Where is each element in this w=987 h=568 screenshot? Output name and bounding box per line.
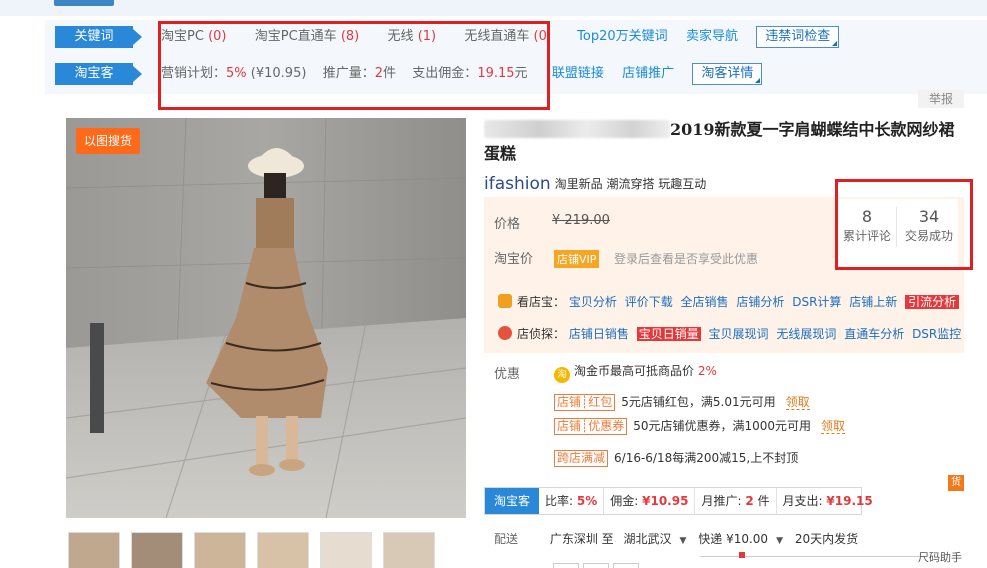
tool-link[interactable]: 店铺分析 — [736, 295, 784, 309]
option-box[interactable] — [583, 563, 609, 568]
image-search-button[interactable]: 以图搜货 — [76, 128, 140, 154]
promotions-panel: 优惠 淘淘金币最高可抵商品价 2% 店铺┊红包 5元店铺红包，满5.01元可用 领取… — [484, 358, 964, 478]
traffic-analysis-link[interactable]: 引流分析 — [905, 295, 960, 309]
coupon-row: 店铺┊优惠券 50元店铺优惠券，满1000元可用 领取 — [554, 417, 846, 435]
alliance-link[interactable]: 联盟链接 — [552, 66, 604, 81]
size-helper-link[interactable]: 尺码助手 — [918, 549, 962, 565]
coin-text: 淘金币最高可抵商品价 — [574, 364, 695, 378]
shipping-row: 配送 广东深圳 至 湖北武汉 ▼ 快递 ¥10.00 ▼ 20天内发货 — [494, 530, 858, 547]
coupon-row: 店铺┊红包 5元店铺红包，满5.01元可用 领取 — [554, 393, 810, 411]
diantanzhen-label: 店侦探： — [517, 327, 566, 341]
item-daily-sales-link[interactable]: 宝贝日销量 — [636, 327, 701, 341]
ship-from: 广东深圳 至 — [549, 532, 614, 546]
tool-link[interactable]: 直通车分析 — [844, 327, 904, 341]
cross-shop-text: 6/16-6/18每满200减15,上不封顶 — [614, 451, 799, 465]
tool-link[interactable]: 宝贝分析 — [569, 295, 617, 309]
coupon-tag: 店铺┊红包 — [554, 394, 616, 411]
annotation-box-stats — [835, 179, 973, 270]
top20-keywords-link[interactable]: Top20万关键词 — [577, 29, 667, 44]
thumbnail[interactable] — [131, 532, 183, 568]
claim-coupon-button[interactable]: 领取 — [785, 395, 810, 410]
kandianbao-toolbar: 看店宝： 宝贝分析 评价下载 全店销售 店铺分析 DSR计算 店铺上新 引流分析 — [498, 292, 963, 312]
tool-link[interactable]: 全店销售 — [681, 295, 729, 309]
size-slider-track — [700, 556, 922, 557]
coupon-tag: 店铺┊优惠券 — [554, 418, 628, 435]
taoke-bar-tag: 淘宝客 — [485, 488, 539, 514]
rate-cell: 比率: 5% — [539, 488, 605, 514]
keyword-tag: 关键词 — [55, 26, 142, 48]
vip-tag: 店铺VIP — [554, 250, 600, 268]
ship-time: 20天内发货 — [794, 532, 859, 546]
tool-link[interactable]: 宝贝展现词 — [709, 327, 769, 341]
brand-tags: 淘里新品 潮流穿搭 玩趣互动 — [554, 177, 707, 191]
coin-rate: 2% — [697, 364, 717, 378]
product-photo — [66, 118, 466, 518]
ifashion-logo[interactable]: ifashion — [484, 174, 551, 194]
tool-link[interactable]: DSR监控 — [912, 327, 961, 341]
monthly-promo-cell: 月推广: 2 件 — [695, 488, 777, 514]
report-button[interactable]: 举报 — [918, 90, 964, 108]
site-logo[interactable] — [54, 0, 114, 6]
original-price: ¥ 219.00 — [552, 213, 610, 228]
coin-row: 淘淘金币最高可抵商品价 2% — [554, 362, 717, 383]
tool-link[interactable]: 无线展现词 — [776, 327, 836, 341]
promo-label: 优惠 — [494, 367, 521, 382]
cross-shop-row: 跨店满减 6/16-6/18每满200减15,上不封顶 — [554, 449, 798, 467]
diantanzhen-icon — [498, 326, 512, 340]
cross-shop-tag: 跨店满减 — [554, 450, 609, 467]
claim-coupon-button[interactable]: 领取 — [821, 419, 846, 434]
thumbnail[interactable] — [257, 532, 309, 568]
shop-promo-link[interactable]: 店铺推广 — [622, 66, 674, 81]
thumbnail[interactable] — [320, 532, 372, 568]
coupon-text: 5元店铺红包，满5.01元可用 — [621, 395, 776, 409]
ship-method-select[interactable]: 快递 ¥10.00 ▼ — [698, 532, 791, 546]
annotation-box-plugin — [158, 21, 550, 110]
tool-link[interactable]: 店铺上新 — [849, 295, 897, 309]
product-main-image[interactable] — [66, 118, 466, 518]
thumbnail[interactable] — [68, 532, 120, 568]
taoke-info-bar: 淘宝客 比率: 5% 佣金: ¥10.95 月推广: 2 件月支出: ¥19.15 — [484, 487, 873, 515]
product-title: 2019新款夏一字肩蝴蝶结中长款网纱裙蛋糕 — [484, 120, 955, 163]
coupon-text: 50元店铺优惠券，满1000元可用 — [633, 419, 812, 433]
thumbnail[interactable] — [194, 532, 246, 568]
thumbnail[interactable] — [383, 532, 435, 568]
monthly-expense-cell: 月支出: ¥19.15 — [782, 494, 873, 508]
option-box[interactable] — [613, 563, 639, 568]
blurred-shop-name — [484, 120, 670, 138]
shipping-label: 配送 — [494, 532, 519, 546]
size-slider-knob[interactable] — [739, 552, 745, 558]
kandianbao-icon — [498, 294, 512, 308]
seller-nav-link[interactable]: 卖家导航 — [686, 29, 738, 44]
vip-login-text[interactable]: 登录后查看是否享受此优惠 — [614, 250, 758, 267]
kandianbao-label: 看店宝： — [517, 295, 566, 309]
ship-to-select[interactable]: 湖北武汉 ▼ — [618, 532, 695, 546]
brand-row: ifashion 淘里新品 潮流穿搭 玩趣互动 — [484, 174, 706, 194]
commission-cell: 佣金: ¥10.95 — [604, 488, 696, 514]
tool-link[interactable]: DSR计算 — [792, 295, 841, 309]
option-box[interactable] — [553, 563, 579, 568]
taoke-details-button[interactable]: 淘客详情 — [692, 63, 763, 85]
taoke-goods-icon[interactable]: 货 — [948, 475, 964, 491]
taoke-tag: 淘宝客 — [55, 63, 142, 85]
taojinbi-icon: 淘 — [554, 367, 570, 383]
top-strip — [0, 0, 987, 16]
violation-check-button[interactable]: 违禁词检查 — [756, 26, 840, 48]
price-label: 价格 — [494, 217, 521, 232]
tool-link[interactable]: 评价下载 — [625, 295, 673, 309]
tool-link[interactable]: 店铺日销售 — [569, 327, 629, 341]
chevron-down-icon: ▼ — [776, 536, 783, 546]
taobao-price-label: 淘宝价 — [494, 252, 534, 267]
chevron-down-icon: ▼ — [679, 536, 687, 546]
diantanzhen-toolbar: 店侦探： 店铺日销售 宝贝日销量 宝贝展现词 无线展现词 直通车分析 DSR监控 — [498, 324, 965, 344]
